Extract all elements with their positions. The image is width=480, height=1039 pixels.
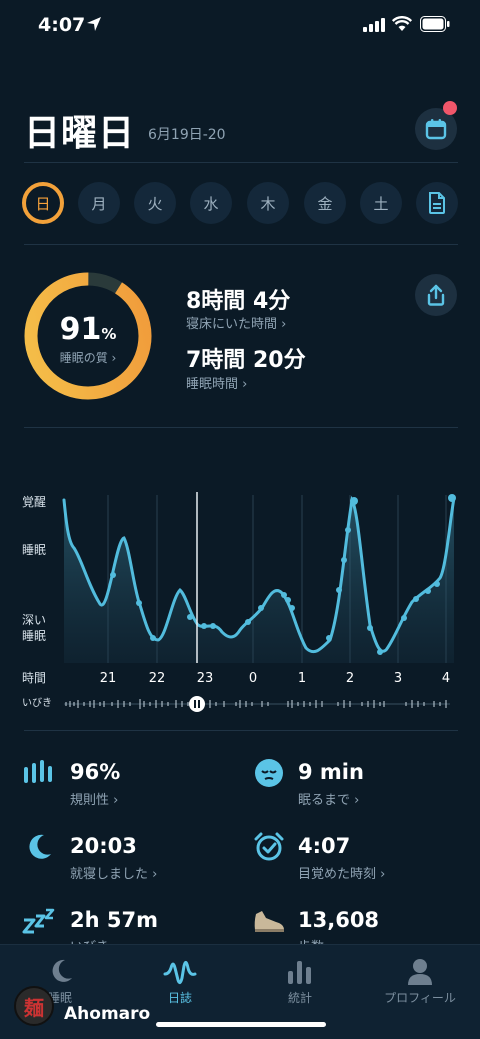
wifi-icon — [392, 16, 412, 31]
divider — [24, 162, 458, 163]
divider — [24, 427, 458, 428]
wakeup-value: 4:07 — [298, 834, 351, 858]
day-chip-sun[interactable]: 日 — [22, 182, 64, 224]
snore-waveform — [64, 699, 450, 709]
calendar-icon — [425, 119, 447, 140]
page-title: 日曜日 — [24, 113, 136, 154]
document-icon — [429, 192, 445, 214]
tab-label: 統計 — [287, 991, 312, 1005]
notification-dot — [443, 101, 457, 115]
bedtime-label[interactable]: 就寝しました › — [70, 863, 157, 882]
x-tick-1: 1 — [298, 671, 306, 686]
day-chip-fri[interactable]: 金 — [304, 182, 346, 224]
bar-chart-icon — [288, 961, 311, 984]
in-bed-label[interactable]: 寝床にいた時間 › — [186, 313, 286, 332]
date-range: 6月19日-20 — [148, 127, 226, 143]
day-chip-sat[interactable]: 土 — [360, 182, 402, 224]
regularity-icon — [22, 756, 56, 790]
sleep-quality-readout: 91% 睡眠の質 › — [22, 312, 154, 366]
steps-value: 13,608 — [298, 908, 380, 932]
home-indicator[interactable] — [156, 1022, 326, 1027]
fall-asleep-label[interactable]: 眠るまで › — [298, 789, 359, 808]
x-tick-23: 23 — [197, 671, 214, 686]
snore-value: 2h 57m — [70, 908, 158, 932]
cellular-signal-icon — [363, 18, 385, 32]
x-tick-22: 22 — [149, 671, 166, 686]
day-chip-thu[interactable]: 木 — [247, 182, 289, 224]
snore-playhead — [189, 696, 205, 712]
x-tick-3: 3 — [394, 671, 402, 686]
sleepy-face-icon — [252, 756, 286, 790]
divider — [24, 730, 458, 731]
person-icon — [408, 959, 432, 985]
share-button[interactable] — [415, 274, 457, 316]
day-chip-tue[interactable]: 火 — [134, 182, 176, 224]
day-chip-wed[interactable]: 水 — [190, 182, 232, 224]
wakeup-label[interactable]: 目覚めた時刻 › — [298, 863, 385, 882]
watermark-logo: 麺 — [14, 986, 54, 1026]
x-tick-4: 4 — [442, 671, 450, 686]
day-chip-mon[interactable]: 月 — [78, 182, 120, 224]
location-arrow-icon — [87, 17, 101, 31]
tab-profile[interactable]: プロフィール — [360, 957, 480, 1006]
divider — [24, 244, 458, 245]
sleep-time-label[interactable]: 睡眠時間 › — [186, 373, 247, 392]
regularity-label[interactable]: 規則性 › — [70, 789, 118, 808]
tab-label: プロフィール — [384, 991, 456, 1005]
shoe-icon — [252, 904, 286, 938]
tab-journal[interactable]: 日誌 — [120, 957, 240, 1006]
x-tick-0: 0 — [249, 671, 257, 686]
day-selector: 日 月 火 水 木 金 土 — [22, 182, 462, 226]
moon-icon — [52, 959, 72, 982]
bedtime-value: 20:03 — [70, 834, 137, 858]
sleep-cycle-chart: 21 22 23 0 1 2 3 4 — [62, 492, 456, 712]
x-tick-2: 2 — [346, 671, 354, 686]
regularity-value: 96% — [70, 760, 121, 784]
in-bed-value: 8時間 4分 — [186, 289, 291, 314]
tab-stats[interactable]: 統計 — [240, 957, 360, 1006]
quality-unit: % — [101, 325, 117, 343]
moon-icon — [22, 830, 56, 864]
sleep-time-value: 7時間 20分 — [186, 348, 306, 373]
sleep-area-fill — [64, 498, 454, 663]
snore-zzz-icon — [22, 904, 56, 938]
watermark-name: Ahomaro — [64, 1004, 151, 1024]
status-bar: 4:07 — [0, 0, 480, 52]
share-icon — [427, 284, 445, 306]
quality-value: 91 — [59, 312, 102, 347]
fall-asleep-value: 9 min — [298, 760, 364, 784]
wave-icon — [163, 961, 197, 985]
x-tick-21: 21 — [100, 671, 117, 686]
alarm-clock-icon — [252, 830, 286, 864]
battery-icon — [420, 16, 450, 32]
quality-label[interactable]: 睡眠の質 › — [22, 349, 154, 366]
notes-button[interactable] — [416, 182, 458, 224]
status-time: 4:07 — [38, 14, 86, 36]
